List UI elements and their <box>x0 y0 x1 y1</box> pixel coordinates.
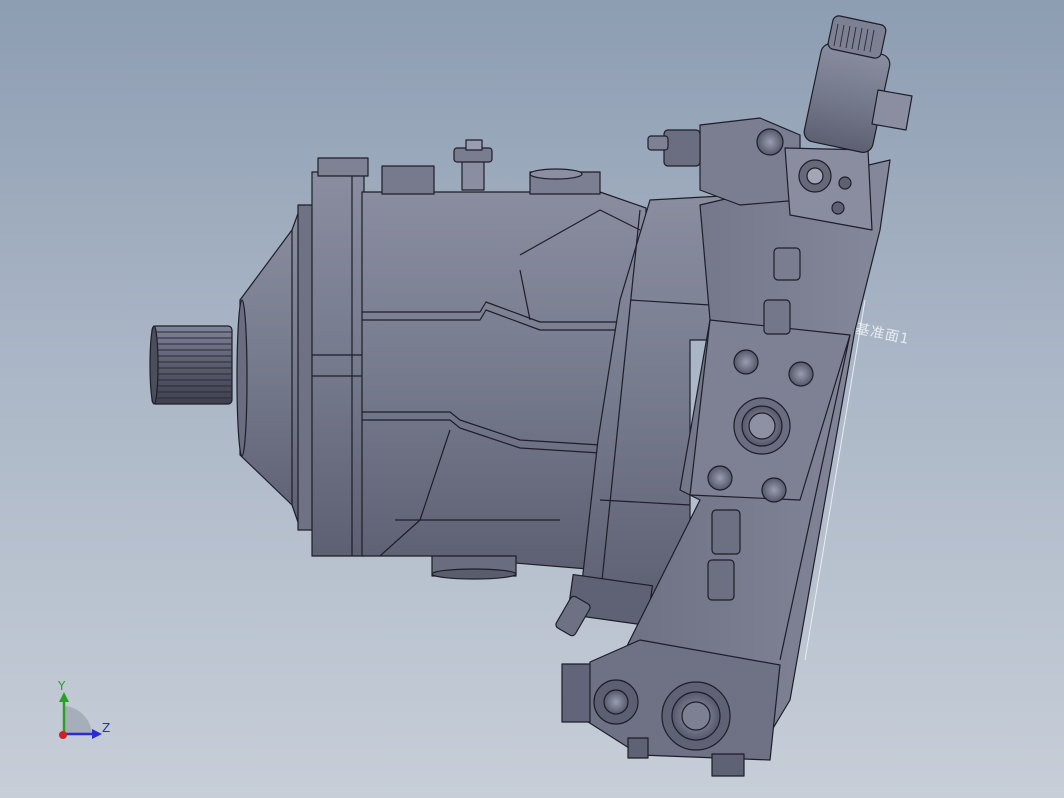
triad-y-label: Y <box>58 679 66 693</box>
coordinate-triad <box>59 692 102 739</box>
triad-z-label: Z <box>102 721 111 735</box>
top-fitting[interactable] <box>453 139 493 191</box>
splined-shaft[interactable] <box>149 325 233 405</box>
mounting-flange[interactable] <box>297 171 365 557</box>
hydraulic-motor-model[interactable] <box>0 0 1064 798</box>
solenoid-coil[interactable] <box>802 15 913 154</box>
front-cone[interactable] <box>236 207 301 529</box>
graphics-viewport[interactable]: 基准面1 Y Z <box>0 0 1064 798</box>
